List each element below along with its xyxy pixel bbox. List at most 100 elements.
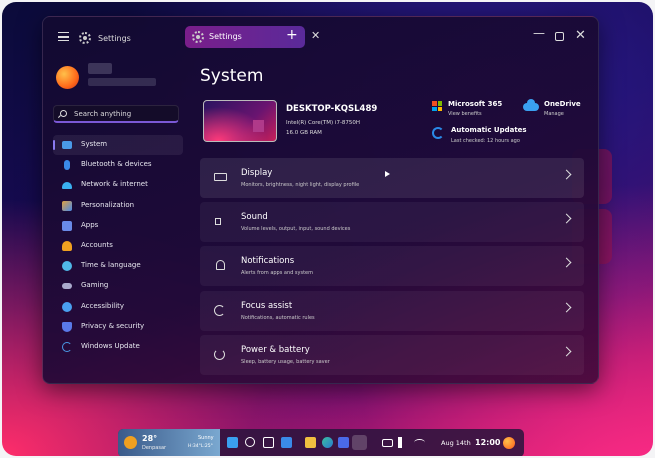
onedrive-sub: Manage xyxy=(544,111,564,117)
card-subtitle: Volume levels, output, input, sound devi… xyxy=(241,226,351,233)
card-notifications[interactable]: Notifications Alerts from apps and syste… xyxy=(200,246,584,287)
card-subtitle: Sleep, battery usage, battery saver xyxy=(241,358,330,365)
tab-label: Settings xyxy=(209,32,242,41)
card-sound[interactable]: Sound Volume levels, output, input, soun… xyxy=(200,202,584,243)
card-title: Focus assist xyxy=(241,300,293,311)
chevron-right-icon xyxy=(561,257,572,268)
search-icon xyxy=(60,110,67,117)
app-title: Settings xyxy=(98,34,131,43)
sidebar-item-accessibility[interactable]: Accessibility xyxy=(53,297,183,317)
speaker-icon xyxy=(215,218,221,226)
search-icon[interactable] xyxy=(245,437,255,447)
settings-gear-icon xyxy=(79,32,91,44)
brush-icon xyxy=(62,200,72,211)
automatic-updates-sub: Last checked: 12 hours ago xyxy=(451,138,520,144)
chevron-right-icon xyxy=(561,302,572,313)
close-button[interactable]: ✕ xyxy=(575,28,586,43)
page-title: System xyxy=(200,66,264,86)
task-view-icon[interactable] xyxy=(263,437,274,448)
taskbar-date[interactable]: Aug 14th xyxy=(441,439,471,447)
sidebar-item-label: Windows Update xyxy=(81,341,140,350)
sidebar-item-label: Network & internet xyxy=(81,180,148,189)
sidebar-item-time-language[interactable]: Time & language xyxy=(53,256,183,276)
sidebar-item-system[interactable]: System xyxy=(53,135,183,155)
notification-avatar-icon[interactable] xyxy=(503,437,515,449)
minimize-button[interactable]: — xyxy=(533,26,545,40)
device-cpu: Intel(R) Core(TM) i7-8750H xyxy=(286,120,361,126)
menu-icon[interactable] xyxy=(58,32,69,41)
new-tab-button[interactable]: + xyxy=(286,27,298,43)
weather-city: Denpasar xyxy=(142,445,167,451)
bluetooth-icon xyxy=(64,160,70,171)
sync-icon xyxy=(432,127,444,139)
monitor-icon xyxy=(62,141,72,149)
card-display[interactable]: Display Monitors, brightness, night ligh… xyxy=(200,158,584,198)
wifi-icon[interactable] xyxy=(414,439,425,446)
microsoft-365-icon xyxy=(432,101,442,111)
shield-icon xyxy=(62,321,72,332)
sidebar-item-label: System xyxy=(81,140,108,148)
sidebar-item-windows-update[interactable]: Windows Update xyxy=(53,337,183,357)
close-tab-button[interactable]: ✕ xyxy=(311,29,320,42)
sidebar-item-label: Accessibility xyxy=(81,301,125,310)
settings-cards: Display Monitors, brightness, night ligh… xyxy=(200,158,584,379)
weather-temp: 28° xyxy=(142,434,158,443)
sidebar-nav: System Bluetooth & devices Network & int… xyxy=(53,135,183,357)
sidebar-item-label: Gaming xyxy=(81,281,109,290)
wifi-icon xyxy=(62,182,72,190)
update-icon xyxy=(62,341,72,352)
sidebar-item-personalization[interactable]: Personalization xyxy=(53,196,183,216)
title-bar: Settings Settings + ✕ — ✕ xyxy=(43,17,598,57)
onedrive-icon xyxy=(523,99,539,111)
microsoft-365-sub: View benefits xyxy=(448,111,482,117)
sidebar-item-bluetooth[interactable]: Bluetooth & devices xyxy=(53,155,183,175)
weather-widget[interactable]: 28° Denpasar Sunny H:34°L:25° xyxy=(118,429,220,456)
start-button-icon[interactable] xyxy=(227,437,238,448)
store-icon[interactable] xyxy=(338,437,349,448)
card-focus-assist[interactable]: Focus assist Notifications, automatic ru… xyxy=(200,290,584,331)
file-explorer-icon[interactable] xyxy=(305,437,316,448)
gamepad-icon xyxy=(62,283,72,290)
onedrive-link[interactable]: OneDrive xyxy=(544,100,581,108)
maximize-button[interactable] xyxy=(555,32,564,41)
microsoft-365-link[interactable]: Microsoft 365 xyxy=(448,100,502,108)
card-title: Power & battery xyxy=(241,344,310,355)
keyboard-icon[interactable] xyxy=(382,439,393,447)
automatic-updates-link[interactable]: Automatic Updates xyxy=(451,126,527,134)
device-name[interactable]: DESKTOP-KQSL489 xyxy=(286,104,377,114)
user-name-redacted xyxy=(88,63,112,74)
weather-hilo: H:34°L:25° xyxy=(188,444,213,449)
card-title: Display xyxy=(241,168,273,178)
desktop-wallpaper-thumbnail[interactable] xyxy=(203,100,277,142)
avatar[interactable] xyxy=(56,66,79,89)
edge-icon[interactable] xyxy=(322,437,333,448)
mouse-cursor xyxy=(385,171,390,177)
sidebar-item-gaming[interactable]: Gaming xyxy=(53,276,183,296)
moon-icon xyxy=(214,304,225,316)
search-input[interactable]: Search anything xyxy=(53,105,179,123)
volume-icon[interactable] xyxy=(398,437,406,448)
sidebar-item-apps[interactable]: Apps xyxy=(53,216,183,236)
chevron-right-icon xyxy=(561,213,572,224)
desktop: Settings Settings + ✕ — ✕ Search anythin… xyxy=(2,2,653,456)
taskbar-time[interactable]: 12:00 xyxy=(475,438,500,447)
settings-taskbar-icon[interactable] xyxy=(352,435,367,450)
tab-settings[interactable]: Settings + xyxy=(185,26,305,48)
chevron-right-icon xyxy=(561,169,572,180)
sidebar-item-privacy[interactable]: Privacy & security xyxy=(53,317,183,337)
sidebar-item-network[interactable]: Network & internet xyxy=(53,175,183,195)
sidebar-item-accounts[interactable]: Accounts xyxy=(53,236,183,256)
card-title: Notifications xyxy=(241,256,295,267)
sidebar-item-label: Privacy & security xyxy=(81,321,145,330)
chevron-right-icon xyxy=(561,346,572,357)
widgets-icon[interactable] xyxy=(281,437,292,448)
sidebar-item-label: Time & language xyxy=(81,261,141,270)
tab-gear-icon xyxy=(192,31,204,43)
sidebar-item-label: Bluetooth & devices xyxy=(81,160,152,169)
card-power-battery[interactable]: Power & battery Sleep, battery usage, ba… xyxy=(200,334,584,375)
bell-icon xyxy=(216,260,225,271)
apps-icon xyxy=(62,220,72,231)
card-subtitle: Monitors, brightness, night light, displ… xyxy=(241,182,360,188)
sidebar-item-label: Apps xyxy=(81,220,99,229)
settings-window: Settings Settings + ✕ — ✕ Search anythin… xyxy=(42,16,599,384)
